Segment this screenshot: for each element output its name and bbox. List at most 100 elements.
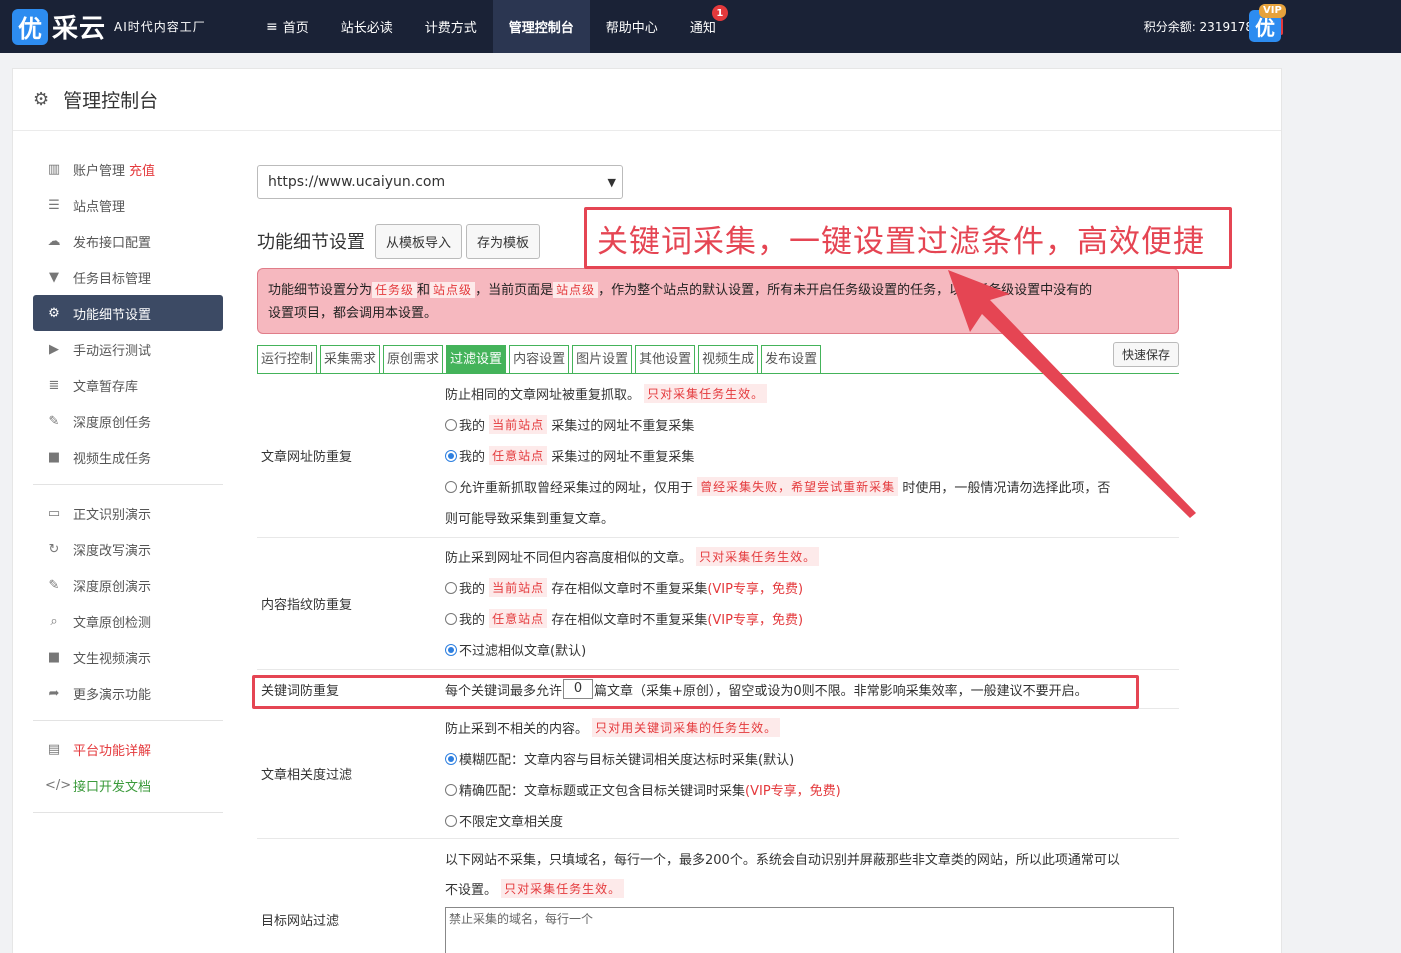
scope-tag: 只对采集任务生效。	[644, 384, 768, 403]
sidebar-item-manual-run[interactable]: ▶ 手动运行测试	[33, 331, 223, 367]
sidebar-item-account[interactable]: ▥ 账户管理 充值	[33, 151, 223, 187]
sidebar-item-original[interactable]: ✎ 深度原创任务	[33, 403, 223, 439]
keyword-limit-input[interactable]: 0	[563, 679, 594, 699]
nav-must-read[interactable]: 站长必读	[325, 0, 409, 53]
sidebar-item-demo-video[interactable]: ■ 文生视频演示	[33, 639, 223, 675]
tab-other[interactable]: 其他设置	[635, 345, 696, 373]
option-text: 采集过的网址不重复采集	[551, 450, 695, 465]
tab-publish[interactable]: 发布设置	[761, 345, 822, 373]
nav-console[interactable]: 管理控制台	[492, 0, 590, 53]
nav-help[interactable]: 帮助中心	[590, 0, 674, 53]
nav-home-label: 首页	[282, 21, 309, 36]
sidebar-item-label: 接口开发文档	[73, 779, 152, 795]
option-no-filter[interactable]: 不过滤相似文章(默认)	[445, 634, 1179, 665]
radio-button[interactable]	[445, 449, 457, 462]
sidebar-item-label: 任务目标管理	[73, 271, 152, 287]
blocked-domains-textarea[interactable]: 禁止采集的域名，每行一个	[445, 907, 1174, 953]
tab-image[interactable]: 图片设置	[572, 345, 633, 373]
sidebar-item-sites[interactable]: ☰ 站点管理	[33, 187, 223, 223]
page-title: 管理控制台	[63, 90, 159, 112]
sidebar-item-storage[interactable]: ≣ 文章暂存库	[33, 367, 223, 403]
sidebar-item-demo-check[interactable]: ⌕ 文章原创检测	[33, 603, 223, 639]
top-navbar: 优 采云 AI时代内容工厂 ≡ 首页 站长必读 计费方式 管理控制台 帮助中心 通…	[0, 0, 1401, 53]
nav-home[interactable]: ≡ 首页	[250, 0, 325, 53]
alert-text: 功能细节设置分为	[268, 283, 373, 298]
video-icon: ■	[47, 449, 61, 465]
sidebar-item-api-docs[interactable]: </> 接口开发文档	[33, 767, 223, 803]
nav-notify-label: 通知	[689, 21, 716, 36]
save-template-button[interactable]: 存为模板	[466, 223, 541, 259]
tab-run-control[interactable]: 运行控制	[257, 345, 318, 373]
sidebar-item-demo-rewrite[interactable]: ↻ 深度改写演示	[33, 531, 223, 567]
option-current-site[interactable]: 我的 当前站点 采集过的网址不重复采集	[445, 409, 1179, 440]
desc-text: 不设置。	[445, 882, 498, 898]
row-label: 目标网站过滤	[261, 913, 340, 929]
tab-video[interactable]: 视频生成	[698, 345, 759, 373]
quick-save-button[interactable]: 快速保存	[1112, 342, 1179, 367]
code-icon: </>	[45, 777, 72, 793]
sidebar-item-features[interactable]: ⚙ 功能细节设置	[33, 295, 223, 331]
tab-filter[interactable]: 过滤设置	[446, 345, 507, 373]
radio-button[interactable]	[445, 612, 457, 625]
database-icon: ≣	[48, 377, 60, 393]
refresh-icon: ↻	[48, 541, 60, 557]
option-text: 我的	[459, 582, 486, 597]
nav-console-label: 管理控制台	[508, 21, 574, 36]
option-text: 存在相似文章时不重复采集	[551, 582, 708, 597]
radio-button[interactable]	[445, 783, 457, 796]
option-fuzzy[interactable]: 模糊匹配：文章内容与目标关键词相关度达标时采集(默认)	[445, 743, 1179, 774]
row-desc: 不设置。 只对采集任务生效。	[445, 873, 1179, 903]
radio-button[interactable]	[445, 643, 457, 656]
vip-badge: VIP	[1259, 4, 1286, 18]
option-exact[interactable]: 精确匹配：文章标题或正文包含目标关键词时采集 (VIP专享，免费)	[445, 774, 1179, 805]
site-select[interactable]: https://www.ucaiyun.com ▼	[257, 165, 623, 199]
sidebar-item-label: 站点管理	[73, 199, 126, 215]
radio-button[interactable]	[445, 814, 457, 827]
nav-pricing[interactable]: 计费方式	[409, 0, 493, 53]
sidebar-item-video[interactable]: ■ 视频生成任务	[33, 439, 223, 475]
option-text: 不过滤相似文章(默认)	[459, 644, 587, 659]
option-tag: 任意站点	[489, 609, 548, 628]
callout-text: 关键词采集，一键设置过滤条件，高效便捷	[597, 223, 1205, 260]
radio-button[interactable]	[445, 418, 457, 431]
option-any-site[interactable]: 我的 任意站点 采集过的网址不重复采集	[445, 440, 1179, 471]
sidebar-item-demo-original[interactable]: ✎ 深度原创演示	[33, 567, 223, 603]
row-body: 防止相同的文章网址被重复抓取。 只对采集任务生效。 我的 当前站点 采集过的网址…	[445, 374, 1179, 537]
row-fingerprint: 内容指纹防重复 防止采到网址不同但内容高度相似的文章。 只对采集任务生效。 我的…	[257, 538, 1179, 670]
option-text: 则可能导致采集到重复文章。	[445, 512, 615, 527]
vip-note: (VIP专享，免费)	[745, 784, 841, 799]
sidebar-item-publish[interactable]: ☁ 发布接口配置	[33, 223, 223, 259]
site-select-value: https://www.ucaiyun.com	[268, 174, 446, 190]
option-unlimited[interactable]: 不限定文章相关度	[445, 805, 1179, 836]
main-content: https://www.ucaiyun.com ▼ 功能细节设置 从模板导入 存…	[257, 165, 1179, 953]
option-allow-recollect[interactable]: 允许重新抓取曾经采集过的网址，仅用于 曾经采集失败，希望尝试重新采集 时使用，一…	[445, 471, 1179, 502]
sidebar-item-demo-more[interactable]: ➦ 更多演示功能	[33, 675, 223, 711]
desc-text: 防止采到不相关的内容。	[445, 722, 589, 737]
option-text: 精确匹配：文章标题或正文包含目标关键词时采集	[459, 784, 746, 799]
brand-logo[interactable]: 优 采云 AI时代内容工厂	[12, 8, 240, 45]
sidebar-item-platform-docs[interactable]: ▤ 平台功能详解	[33, 731, 223, 767]
edit-icon: ✎	[48, 577, 60, 593]
row-body: 每个关键词最多允许 0 篇文章（采集+原创），留空或设为0则不限。非常影响采集效率，…	[445, 670, 1179, 708]
radio-button[interactable]	[445, 581, 457, 594]
tab-collect[interactable]: 采集需求	[320, 345, 381, 373]
tab-content[interactable]: 内容设置	[509, 345, 570, 373]
server-icon: ☰	[48, 197, 60, 213]
option-current-site[interactable]: 我的 当前站点 存在相似文章时不重复采集 (VIP专享，免费)	[445, 572, 1179, 603]
option-tag: 当前站点	[489, 415, 548, 434]
sidebar-item-demo-extract[interactable]: ▭ 正文识别演示	[33, 495, 223, 531]
sidebar-item-label: 深度改写演示	[73, 543, 152, 559]
monitor-icon: ▭	[47, 505, 61, 521]
option-any-site[interactable]: 我的 任意站点 存在相似文章时不重复采集 (VIP专享，免费)	[445, 603, 1179, 634]
sidebar-recharge-link[interactable]: 充值	[129, 160, 155, 179]
tab-original[interactable]: 原创需求	[383, 345, 444, 373]
row-body: 防止采到不相关的内容。 只对用关键词采集的任务生效。 模糊匹配：文章内容与目标关…	[445, 709, 1179, 838]
nav-notify[interactable]: 通知 1	[674, 0, 732, 53]
sidebar-item-label: 正文识别演示	[73, 507, 152, 523]
nav-help-label: 帮助中心	[605, 21, 658, 36]
import-template-button[interactable]: 从模板导入	[375, 223, 463, 259]
sidebar-item-tasks[interactable]: ▼ 任务目标管理	[33, 259, 223, 295]
radio-button[interactable]	[445, 752, 457, 765]
radio-button[interactable]	[445, 480, 457, 493]
desc-text: 以下网站不采集，只填域名，每行一个，最多200个。系统会自动识别并屏蔽那些非文章…	[445, 852, 1120, 868]
